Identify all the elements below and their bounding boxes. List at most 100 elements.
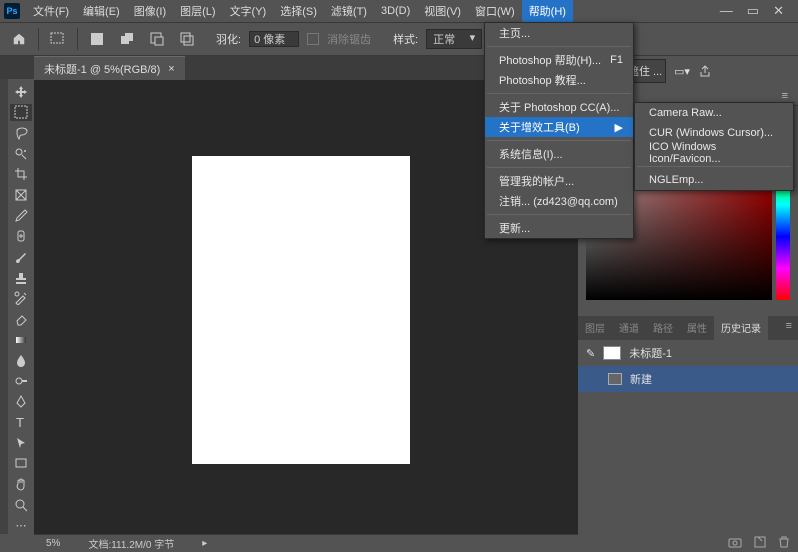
toolbox: T ⋯	[8, 79, 34, 534]
dodge-tool[interactable]	[10, 372, 32, 390]
eyedropper-tool[interactable]	[10, 207, 32, 225]
status-bar: 5% 文档:111.2M/0 字节 ▸	[34, 534, 578, 552]
share-icon[interactable]	[698, 64, 712, 78]
marquee-tool[interactable]	[10, 104, 32, 122]
svg-text:T: T	[16, 415, 24, 429]
quick-select-tool[interactable]	[10, 145, 32, 163]
menu-about-ps[interactable]: 关于 Photoshop CC(A)...	[485, 97, 633, 117]
type-tool[interactable]: T	[10, 413, 32, 431]
delete-icon[interactable]	[778, 536, 790, 548]
options-bar: 羽化: 消除锯齿 样式: 正常 ▾ 宽	[0, 22, 798, 56]
brush-tool[interactable]	[10, 248, 32, 266]
zoom-level[interactable]: 5%	[46, 538, 60, 549]
maximize-icon[interactable]: ▭	[747, 3, 759, 19]
home-icon	[12, 32, 26, 46]
minimize-icon[interactable]: —	[720, 3, 733, 19]
tab-paths[interactable]: 路径	[646, 316, 680, 340]
history-snapshot[interactable]: ✎ 未标题-1	[578, 340, 798, 366]
tab-properties[interactable]: 属性	[680, 316, 714, 340]
tab-channels[interactable]: 通道	[612, 316, 646, 340]
menu-about-plugins[interactable]: 关于增效工具(B)▶	[485, 117, 633, 137]
status-arrow-icon[interactable]: ▸	[202, 538, 207, 549]
history-state-label: 新建	[630, 371, 652, 387]
menu-ps-tutorials[interactable]: Photoshop 教程...	[485, 70, 633, 90]
gradient-tool[interactable]	[10, 331, 32, 349]
close-icon[interactable]: ✕	[773, 3, 784, 19]
style-label: 样式:	[393, 31, 418, 47]
history-panel-tabs: 图层 通道 路径 属性 历史记录 ≡	[578, 316, 798, 340]
menu-filter[interactable]: 滤镜(T)	[324, 0, 374, 22]
move-tool[interactable]	[10, 83, 32, 101]
app-logo: Ps	[4, 3, 20, 19]
document-canvas[interactable]	[192, 156, 410, 464]
menu-help[interactable]: 帮助(H)	[522, 0, 573, 22]
healing-tool[interactable]	[10, 227, 32, 245]
new-state-icon[interactable]	[754, 536, 766, 548]
brush-icon: ✎	[586, 347, 595, 360]
shape-tool[interactable]	[10, 455, 32, 473]
doc-size[interactable]: 文档:111.2M/0 字节	[88, 536, 174, 551]
blur-tool[interactable]	[10, 351, 32, 369]
more-tools[interactable]: ⋯	[10, 516, 32, 534]
pen-tool[interactable]	[10, 393, 32, 411]
menu-updates[interactable]: 更新...	[485, 218, 633, 238]
snapshot-label: 未标题-1	[629, 345, 672, 361]
menubar: Ps 文件(F) 编辑(E) 图像(I) 图层(L) 文字(Y) 选择(S) 滤…	[0, 0, 798, 22]
menu-sign-out[interactable]: 注销... (zd423@qq.com)	[485, 191, 633, 211]
menu-layer[interactable]: 图层(L)	[173, 0, 222, 22]
document-tab[interactable]: 未标题-1 @ 5%(RGB/8) ×	[34, 56, 185, 81]
hand-tool[interactable]	[10, 475, 32, 493]
tab-history[interactable]: 历史记录	[714, 316, 768, 340]
antialias-label: 消除锯齿	[327, 31, 371, 47]
crop-tool[interactable]	[10, 166, 32, 184]
panel-menu-icon[interactable]: ≡	[780, 316, 798, 340]
add-selection-icon[interactable]	[116, 28, 138, 50]
menu-type[interactable]: 文字(Y)	[223, 0, 274, 22]
submenu-arrow-icon: ▶	[615, 121, 623, 134]
menu-manage-account[interactable]: 管理我的帐户...	[485, 171, 633, 191]
panel-menu-icon[interactable]: ≡	[782, 90, 788, 102]
new-snapshot-icon[interactable]	[728, 536, 742, 548]
plugins-submenu-popup: Camera Raw... CUR (Windows Cursor)... IC…	[634, 102, 794, 191]
frame-tool[interactable]	[10, 186, 32, 204]
history-state[interactable]: 新建	[578, 366, 798, 392]
lasso-tool[interactable]	[10, 124, 32, 142]
plugin-camera-raw[interactable]: Camera Raw...	[635, 103, 793, 123]
style-select[interactable]: 正常 ▾	[426, 29, 482, 49]
document-icon	[608, 373, 622, 385]
new-selection-icon[interactable]	[86, 28, 108, 50]
zoom-tool[interactable]	[10, 496, 32, 514]
help-menu-popup: 主页... Photoshop 帮助(H)...F1 Photoshop 教程.…	[484, 22, 634, 239]
menu-image[interactable]: 图像(I)	[127, 0, 173, 22]
tab-layers[interactable]: 图层	[578, 316, 612, 340]
stamp-tool[interactable]	[10, 269, 32, 287]
left-rail	[0, 79, 8, 534]
subtract-selection-icon[interactable]	[146, 28, 168, 50]
tab-close-icon[interactable]: ×	[168, 63, 174, 75]
menu-home[interactable]: 主页...	[485, 23, 633, 43]
feather-label: 羽化:	[216, 31, 241, 47]
menu-3d[interactable]: 3D(D)	[374, 2, 417, 20]
home-button[interactable]	[8, 28, 30, 50]
menu-ps-help[interactable]: Photoshop 帮助(H)...F1	[485, 50, 633, 70]
document-tab-label: 未标题-1 @ 5%(RGB/8)	[44, 61, 160, 77]
menu-window[interactable]: 窗口(W)	[468, 0, 522, 22]
plugin-ico[interactable]: ICO Windows Icon/Favicon...	[635, 143, 793, 163]
feather-input[interactable]	[249, 31, 299, 47]
path-select-tool[interactable]	[10, 434, 32, 452]
menu-edit[interactable]: 编辑(E)	[76, 0, 127, 22]
menu-file[interactable]: 文件(F)	[26, 0, 76, 22]
menu-system-info[interactable]: 系统信息(I)...	[485, 144, 633, 164]
antialias-checkbox[interactable]	[307, 33, 319, 45]
menu-select[interactable]: 选择(S)	[273, 0, 324, 22]
window-controls: — ▭ ✕	[720, 3, 794, 19]
intersect-selection-icon[interactable]	[176, 28, 198, 50]
eraser-tool[interactable]	[10, 310, 32, 328]
plugin-nglemp[interactable]: NGLEmp...	[635, 170, 793, 190]
menu-view[interactable]: 视图(V)	[417, 0, 468, 22]
snapshot-thumb	[603, 346, 621, 360]
panel-layout-icon[interactable]: ▭▾	[674, 65, 690, 78]
history-brush-tool[interactable]	[10, 289, 32, 307]
plugin-cur[interactable]: CUR (Windows Cursor)...	[635, 123, 793, 143]
tool-preset[interactable]	[47, 28, 69, 50]
